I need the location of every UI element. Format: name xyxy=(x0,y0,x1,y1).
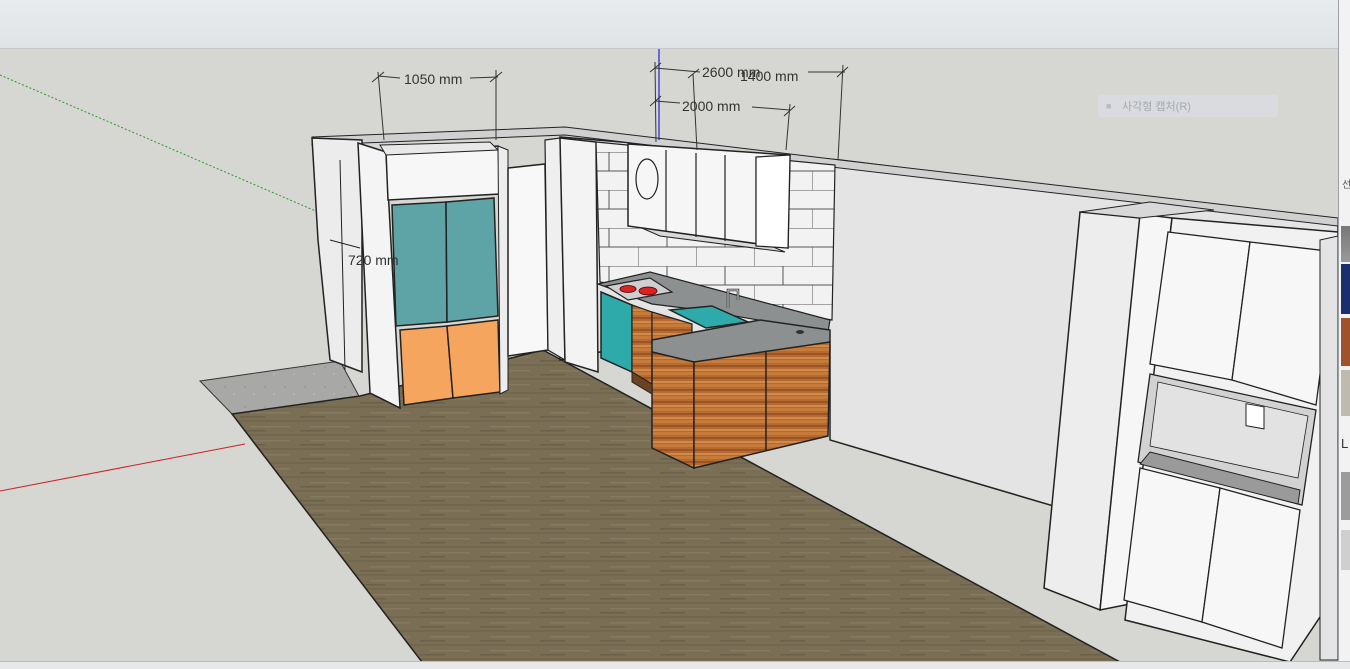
material-swatch[interactable] xyxy=(1341,370,1350,416)
island-side-panel[interactable] xyxy=(693,341,831,469)
burner-icon xyxy=(619,285,637,293)
rectangle-select-icon: ■ xyxy=(1106,101,1112,111)
doorway-opening[interactable] xyxy=(507,163,549,357)
fridge-side-panel xyxy=(497,145,509,395)
burner-icon xyxy=(638,286,658,296)
fridge-door-top-right[interactable] xyxy=(445,197,499,323)
dishwasher-door[interactable] xyxy=(600,290,633,374)
material-swatch[interactable] xyxy=(1341,264,1350,314)
fridge-door-bottom-left[interactable] xyxy=(399,325,454,406)
right-side-panel[interactable] xyxy=(1338,0,1350,668)
material-swatch[interactable] xyxy=(1341,472,1350,520)
upper-cabinet-side xyxy=(755,154,791,249)
material-swatch[interactable] xyxy=(1341,226,1350,262)
material-swatch[interactable] xyxy=(1341,318,1350,366)
island-front-panel[interactable] xyxy=(651,351,695,470)
outlet-icon xyxy=(796,330,804,334)
green-axis-line xyxy=(0,74,319,213)
red-axis-line xyxy=(0,443,246,492)
right-wall-edge xyxy=(1319,235,1339,661)
material-swatch[interactable] xyxy=(1341,530,1350,570)
dimension-label-counter-width: 2000 mm xyxy=(682,98,740,114)
wall-outlet-icon xyxy=(1245,403,1265,430)
dimension-label-fridge-width: 1050 mm xyxy=(404,71,462,87)
fridge-door-top-left[interactable] xyxy=(391,201,448,327)
3d-viewport[interactable]: 1050 mm 2600 mm 1400 mm 2000 mm 720 mm xyxy=(0,49,1339,663)
base-cabinet-wood-left[interactable] xyxy=(631,304,653,386)
fridge-door-bottom-right[interactable] xyxy=(446,319,501,399)
dimension-label-upper-cabinet: 1400 mm xyxy=(740,68,798,84)
kitchen-column[interactable] xyxy=(559,137,599,374)
tall-cabinet-lower-right-door[interactable] xyxy=(1201,487,1301,649)
toolbar-strip xyxy=(0,0,1338,49)
capture-tooltip-label: 사각형 캡처(R) xyxy=(1122,101,1191,113)
panel-partial-top-label: 선 xyxy=(1342,180,1350,191)
dimension-label-fridge-depth: 720 mm xyxy=(348,252,399,268)
panel-partial-label: L xyxy=(1341,436,1349,451)
capture-tooltip: ■ 사각형 캡처(R) xyxy=(1098,95,1278,117)
